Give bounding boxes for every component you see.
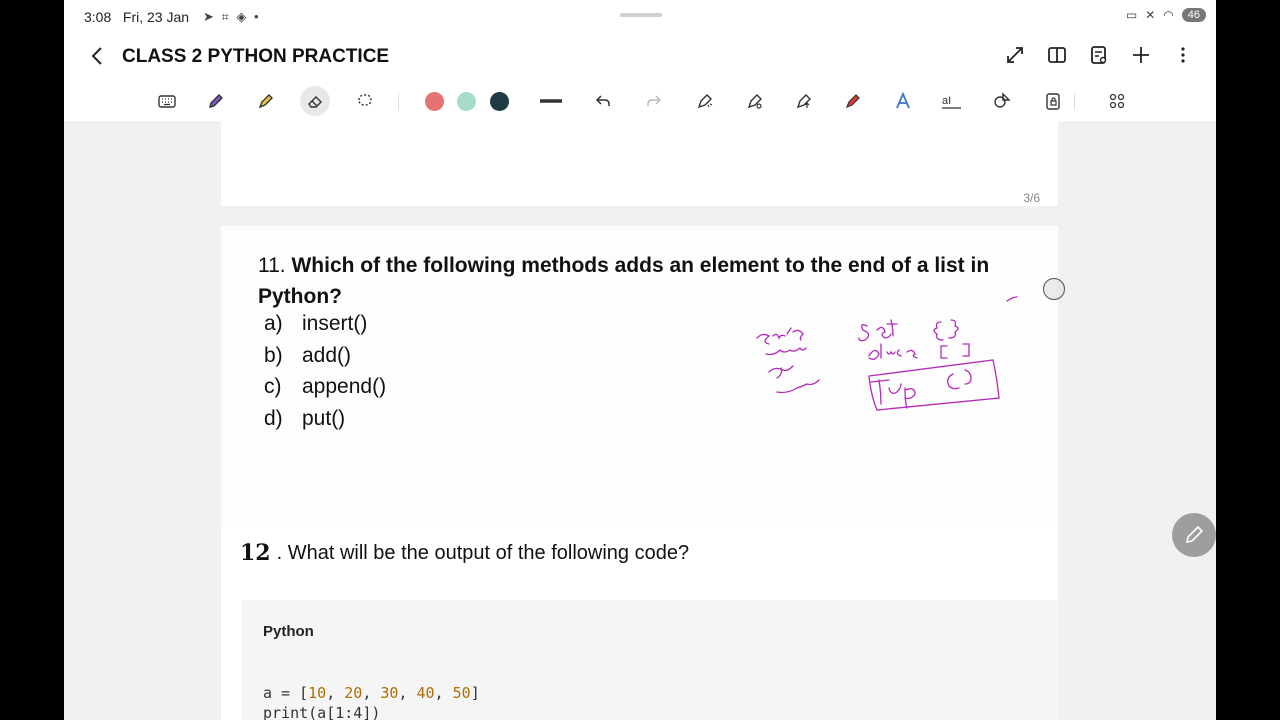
plus-icon xyxy=(1133,47,1149,63)
book-icon xyxy=(1048,47,1066,63)
locked-page-icon xyxy=(1046,93,1060,110)
keyboard-icon xyxy=(158,95,176,108)
shapes-tool[interactable] xyxy=(990,89,1014,113)
stroke-width-button[interactable] xyxy=(539,89,563,113)
undo-icon xyxy=(595,95,610,106)
text-tool[interactable]: aI xyxy=(940,89,964,113)
marker-icon xyxy=(845,94,860,109)
document-title: CLASS 2 PYTHON PRACTICE xyxy=(122,46,390,67)
color-swatch-red[interactable] xyxy=(425,92,444,111)
pen-tool[interactable] xyxy=(204,89,228,113)
pages-button[interactable] xyxy=(1088,44,1110,66)
question-text: . What will be the output of the followi… xyxy=(276,541,690,564)
redo-button[interactable] xyxy=(642,89,666,113)
status-time: 3:08 Fri, 23 Jan xyxy=(84,9,190,25)
mute-icon: ✕ xyxy=(1145,8,1156,22)
color-swatch-dark-teal[interactable] xyxy=(490,92,509,111)
lock-tool[interactable] xyxy=(1041,89,1065,113)
window-handle[interactable] xyxy=(620,13,662,17)
text-a-icon xyxy=(896,91,910,109)
highlighter-tool[interactable] xyxy=(254,89,278,113)
grid-icon xyxy=(1109,93,1125,109)
text-box-icon: aI xyxy=(942,95,961,109)
question-12: 12 . What will be the output of the foll… xyxy=(240,540,689,566)
text-effect-tool[interactable] xyxy=(891,89,915,113)
line-width-icon xyxy=(540,99,562,103)
magic-pen-icon xyxy=(697,94,713,109)
handwritten-question-number: 12 xyxy=(240,540,271,566)
drawing-toolbar: aI xyxy=(64,80,1216,123)
more-menu-button[interactable] xyxy=(1172,44,1194,66)
add-page-button[interactable] xyxy=(1130,44,1152,66)
expand-button[interactable] xyxy=(1004,44,1026,66)
pen-style-tool[interactable] xyxy=(792,89,816,113)
edit-fab-button[interactable] xyxy=(1172,513,1216,557)
more-tools-button[interactable] xyxy=(1105,89,1129,113)
battery-icon: 46 xyxy=(1181,8,1206,22)
status-bar: 3:08 Fri, 23 Jan ➤ ⌗ ◈ • ▭ ✕ ◠ 46 xyxy=(64,0,1216,36)
shapes-icon xyxy=(994,92,1011,108)
current-page[interactable]: 11. Which of the following methods adds … xyxy=(221,226,1066,720)
marker-tool[interactable] xyxy=(841,89,865,113)
keyboard-tool[interactable] xyxy=(155,89,179,113)
code-language-label: Python xyxy=(263,623,314,640)
shape-pen-tool[interactable] xyxy=(693,89,717,113)
svg-text:aI: aI xyxy=(942,95,951,107)
handwritten-annotations xyxy=(756,296,1018,411)
wifi-icon: ◠ xyxy=(1163,8,1174,22)
pen-settings-icon xyxy=(747,94,762,109)
eraser-tool[interactable] xyxy=(300,86,330,116)
lasso-tool[interactable] xyxy=(353,89,377,113)
highlighter-icon xyxy=(258,94,273,109)
code-content: a = [10, 20, 30, 40, 50] print(a[1:4]) xyxy=(263,684,480,720)
eraser-icon xyxy=(308,96,322,108)
pen-arrow-icon xyxy=(796,94,811,109)
system-icons: ▭ ✕ ◠ 46 xyxy=(1126,8,1206,22)
app-window: 3:08 Fri, 23 Jan ➤ ⌗ ◈ • ▭ ✕ ◠ 46 CLASS … xyxy=(64,0,1216,720)
pencil-icon xyxy=(1185,525,1204,544)
split-view-button[interactable] xyxy=(1046,44,1068,66)
more-vertical-icon xyxy=(1181,47,1185,63)
color-swatch-mint[interactable] xyxy=(457,92,476,111)
page-number: 3/6 xyxy=(1023,191,1040,205)
chevron-left-icon xyxy=(91,47,102,65)
cast-icon: ▭ xyxy=(1125,8,1138,22)
lasso-icon xyxy=(358,94,372,106)
code-block: Python a = [10, 20, 30, 40, 50] print(a[… xyxy=(242,600,1058,720)
expand-icon xyxy=(1007,47,1023,63)
notification-icons: ➤ ⌗ ◈ • xyxy=(203,9,261,24)
undo-button[interactable] xyxy=(591,89,615,113)
previous-page[interactable]: 3/6 xyxy=(221,122,1058,206)
redo-icon xyxy=(647,95,662,106)
document-icon xyxy=(1091,46,1107,64)
pen-icon xyxy=(209,94,223,108)
recognize-tool[interactable] xyxy=(743,89,767,113)
title-bar: CLASS 2 PYTHON PRACTICE xyxy=(64,36,1216,80)
eraser-cursor-icon xyxy=(1042,277,1066,301)
back-button[interactable] xyxy=(86,44,110,68)
